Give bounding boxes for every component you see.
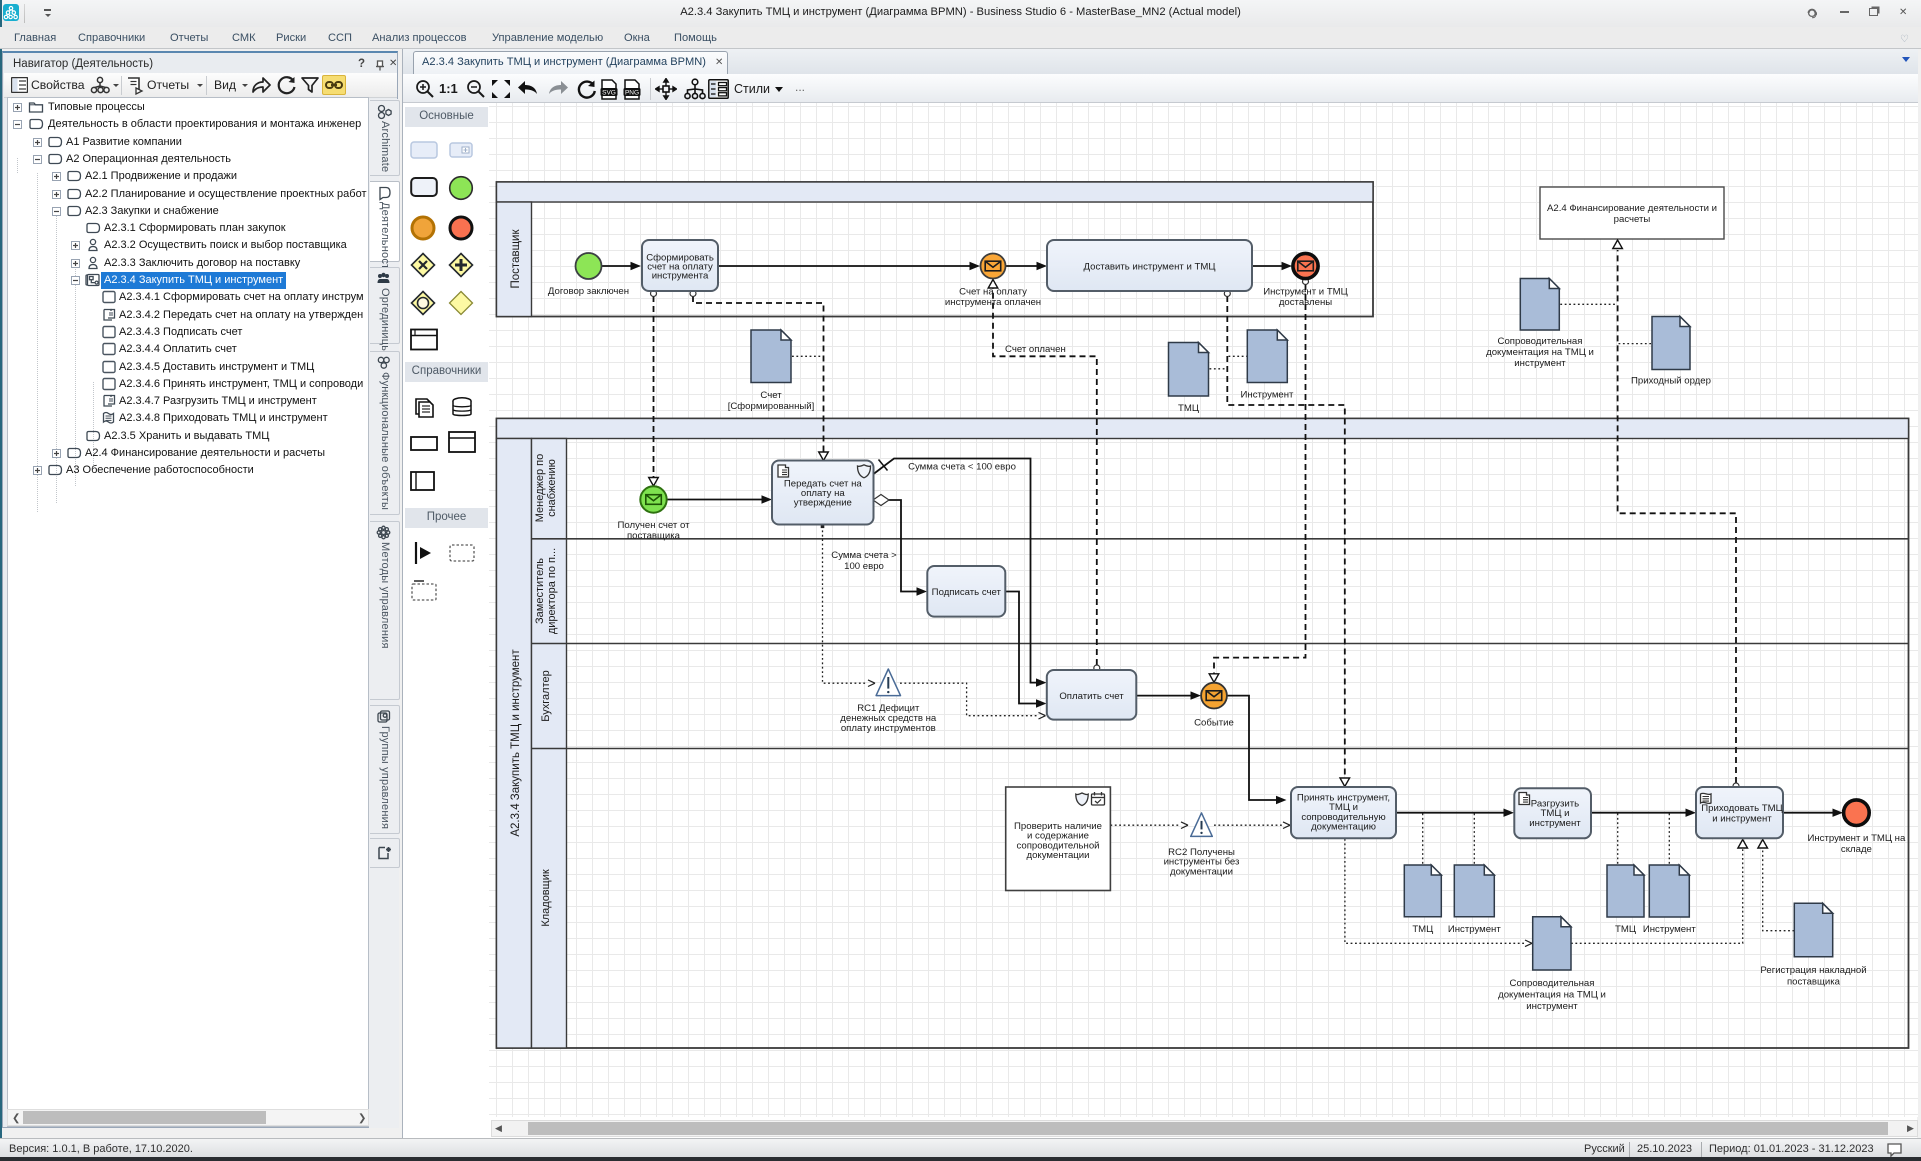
svg-text:снабжению: снабжению [546,459,558,517]
svg-text:Кладовщик: Кладовщик [540,869,552,927]
svg-text:поставщика: поставщика [627,531,681,542]
svg-text:инструмент: инструмент [1529,818,1581,829]
svg-text:Событие: Событие [1194,718,1234,729]
svg-text:инструмента: инструмента [652,271,709,282]
svg-text:оплату инструментов: оплату инструментов [841,723,936,734]
svg-text:Инструмент и ТМЦ на: Инструмент и ТМЦ на [1807,833,1906,844]
svg-text:документация на ТМЦ и: документация на ТМЦ и [1486,347,1594,358]
svg-text:Сумма счета < 100 евро: Сумма счета < 100 евро [908,462,1016,473]
svg-text:Заместитель: Заместитель [534,558,546,624]
svg-text:Подписать счет: Подписать счет [932,587,1002,598]
svg-text:Сопроводительная: Сопроводительная [1510,978,1595,989]
svg-text:документацию: документацию [1311,822,1376,833]
svg-text:А2.4 Финансирование деятельнос: А2.4 Финансирование деятельности и [1547,203,1717,214]
svg-text:Менеджер по: Менеджер по [534,454,546,523]
svg-text:инструмент: инструмент [1526,1001,1578,1012]
svg-text:А2.3.4 Закупить ТМЦ и инструме: А2.3.4 Закупить ТМЦ и инструмент [510,649,522,837]
svg-text:Инструмент: Инструмент [1643,924,1697,935]
svg-text:ТМЦ: ТМЦ [1178,403,1199,414]
svg-text:директора по п...: директора по п... [546,548,558,634]
svg-text:доставлены: доставлены [1279,297,1332,308]
svg-text:Инструмент и ТМЦ: Инструмент и ТМЦ [1263,287,1348,298]
svg-text:инструмент: инструмент [1514,358,1566,369]
svg-text:Сопроводительная: Сопроводительная [1498,336,1583,347]
svg-text:Договор заключен: Договор заключен [548,286,629,297]
svg-text:расчеты: расчеты [1614,214,1651,225]
svg-text:ТМЦ: ТМЦ [1412,924,1433,935]
svg-text:документации: документации [1170,866,1233,877]
svg-text:PNG: PNG [625,90,639,97]
svg-text:Доставить инструмент и ТМЦ: Доставить инструмент и ТМЦ [1084,262,1216,273]
svg-text:Получен счет от: Получен счет от [618,520,691,531]
svg-text:Приходовать ТМЦ: Приходовать ТМЦ [1701,803,1782,814]
svg-text:100 евро: 100 евро [844,561,884,572]
svg-text:Регистрация накладной: Регистрация накладной [1760,965,1866,976]
svg-text:документация на ТМЦ и: документация на ТМЦ и [1498,990,1606,1001]
svg-text:Оплатить счет: Оплатить счет [1059,691,1124,702]
svg-text:инструмента оплачен: инструмента оплачен [945,297,1041,308]
svg-text:Сумма счета >: Сумма счета > [831,550,897,561]
svg-text:Счет на оплату: Счет на оплату [959,287,1027,298]
svg-text:Инструмент: Инструмент [1448,924,1502,935]
svg-text:документации: документации [1027,850,1090,861]
svg-text:складе: складе [1841,844,1872,855]
svg-text:Инструмент: Инструмент [1241,390,1295,401]
svg-text:Счет: Счет [760,390,782,401]
svg-text:[Сформированный]: [Сформированный] [728,401,815,412]
svg-text:Бухгалтер: Бухгалтер [540,670,552,721]
svg-text:SVG: SVG [602,90,616,97]
svg-text:Приходный ордер: Приходный ордер [1631,376,1711,387]
svg-text:утверждение: утверждение [794,498,852,509]
svg-text:Поставщик: Поставщик [510,229,522,289]
svg-text:Счет оплачен: Счет оплачен [1005,344,1066,355]
svg-text:ТМЦ: ТМЦ [1615,924,1636,935]
svg-text:поставщика: поставщика [1787,977,1841,988]
svg-text:и инструмент: и инструмент [1712,814,1772,825]
